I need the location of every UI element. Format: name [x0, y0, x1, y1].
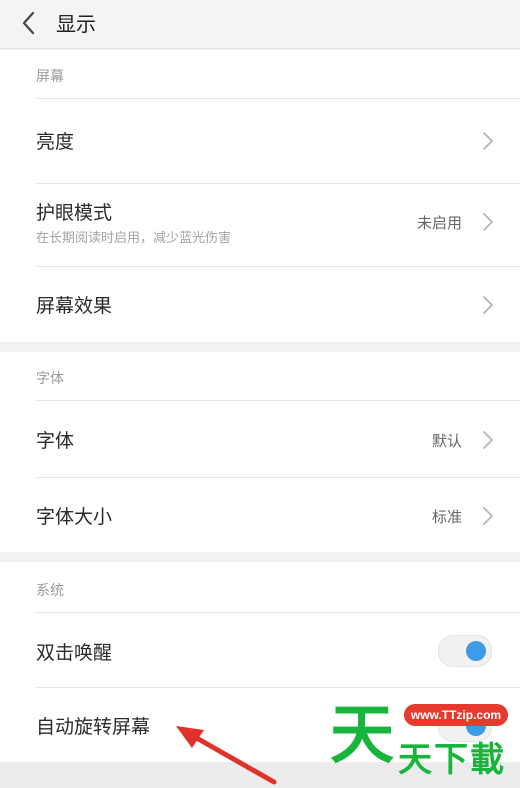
annotation-arrow-icon [176, 726, 277, 785]
back-button[interactable] [18, 10, 40, 36]
font-value: 默认 [431, 432, 462, 450]
font-row[interactable]: 字体 默认 [0, 401, 520, 477]
screen-effect-row[interactable]: 屏幕效果 [0, 267, 520, 342]
watermark-text: 天下載 [398, 740, 506, 780]
chevron-right-icon [483, 296, 493, 314]
section-header-screen: 屏幕 [36, 69, 64, 85]
eye-protection-label: 护眼模式 [36, 202, 113, 224]
watermark-site: www.TTzip.com [404, 704, 508, 726]
section-header-system: 系统 [36, 583, 64, 599]
page-title: 显示 [56, 12, 96, 36]
font-size-value: 标准 [431, 508, 462, 526]
chevron-right-icon [483, 431, 493, 449]
section-header-font: 字体 [36, 371, 64, 387]
brightness-label: 亮度 [36, 131, 75, 153]
watermark-big-char: 天 [330, 699, 394, 773]
chevron-right-icon [483, 507, 493, 525]
screen-section: 屏幕 亮度 护眼模式 在长期阅读时启用，减少蓝光伤害 未启用 屏幕效果 [0, 50, 520, 342]
font-size-row[interactable]: 字体大小 标准 [0, 478, 520, 552]
chevron-left-icon [22, 11, 35, 35]
top-bar: 显示 [0, 0, 520, 49]
screen-effect-label: 屏幕效果 [36, 295, 113, 317]
font-label: 字体 [36, 430, 75, 452]
eye-protection-subtitle: 在长期阅读时启用，减少蓝光伤害 [36, 231, 232, 246]
font-section: 字体 字体 默认 字体大小 标准 [0, 352, 520, 552]
font-size-label: 字体大小 [36, 506, 113, 528]
toggle-knob [466, 641, 486, 661]
eye-protection-row[interactable]: 护眼模式 在长期阅读时启用，减少蓝光伤害 未启用 [0, 184, 520, 266]
chevron-right-icon [483, 132, 493, 150]
double-tap-wake-label: 双击唤醒 [36, 642, 113, 664]
eye-protection-status: 未启用 [416, 214, 462, 232]
brightness-row[interactable]: 亮度 [0, 99, 520, 183]
chevron-right-icon [483, 213, 493, 231]
watermark-logo: 天 www.TTzip.com 天下載 [330, 698, 510, 780]
double-tap-wake-toggle[interactable] [438, 635, 492, 667]
double-tap-wake-row: 双击唤醒 [0, 613, 520, 687]
auto-rotate-label: 自动旋转屏幕 [36, 716, 151, 738]
